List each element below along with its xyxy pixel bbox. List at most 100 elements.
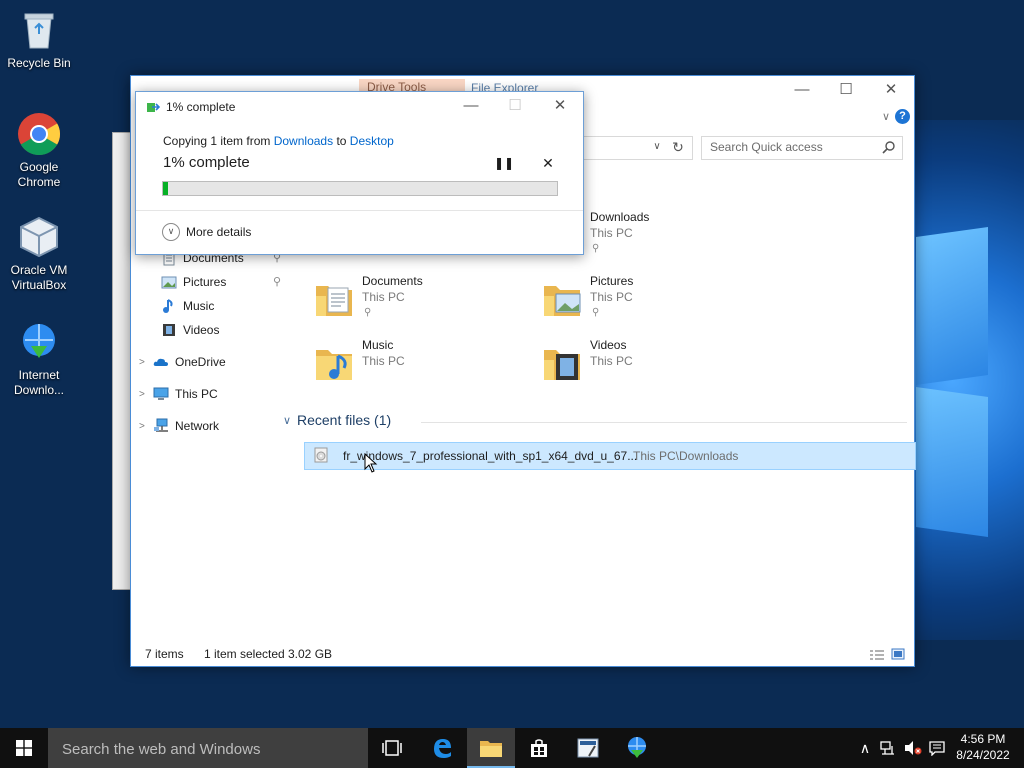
status-selected: 1 item selected (204, 647, 285, 661)
internet-download-manager-icon (17, 320, 61, 364)
desktop-icon-chrome[interactable]: Google Chrome (4, 112, 74, 190)
help-icon[interactable]: ? (895, 109, 910, 124)
taskbar-internet-download-manager[interactable] (613, 728, 661, 768)
section-divider (421, 422, 907, 423)
taskbar-search-input[interactable] (60, 738, 354, 760)
folder-music-icon (316, 350, 352, 380)
search-input[interactable] (702, 137, 880, 157)
folder-documents-icon (316, 286, 352, 316)
source-link[interactable]: Downloads (274, 134, 333, 148)
dialog-close-button[interactable]: ✕ (537, 92, 583, 120)
store-icon (531, 739, 547, 757)
wallpaper-pane (916, 386, 988, 538)
nav-item-videos[interactable]: Videos (161, 319, 291, 341)
progress-label: 1% complete (163, 154, 250, 171)
desktop-icon-label: Oracle VM VirtualBox (10, 263, 68, 292)
desktop-icon-label: Google Chrome (17, 160, 61, 189)
pause-button[interactable]: ❚❚ (494, 154, 514, 172)
expand-this-pc-icon[interactable]: > (139, 389, 145, 400)
search-icon (882, 141, 895, 154)
refresh-icon[interactable]: ↻ (668, 137, 688, 157)
recycle-bin-icon (17, 8, 61, 52)
taskbar: ∧ 4:56 PM 8/24/2022 (0, 728, 1024, 768)
minimize-button[interactable]: — (779, 76, 825, 104)
nav-item-music[interactable]: Music (161, 295, 291, 317)
network-icon (154, 418, 168, 432)
dialog-maximize-button[interactable]: ☐ (493, 92, 537, 120)
dialog-separator (136, 210, 583, 211)
folder-tile-pictures[interactable]: Pictures This PC ⚲ (542, 274, 762, 330)
dialog-minimize-button[interactable]: — (449, 92, 493, 120)
chevron-down-icon: ∨ (162, 223, 180, 241)
desktop-icon-label: Internet Downlo... (13, 368, 65, 397)
taskbar-clock[interactable]: 4:56 PM 8/24/2022 (948, 731, 1018, 763)
status-size: 3.02 GB (288, 647, 333, 661)
expand-network-icon[interactable]: > (139, 421, 145, 432)
cancel-copy-button[interactable]: ✕ (540, 154, 556, 172)
action-center-icon[interactable] (926, 728, 948, 768)
network-tray-icon[interactable] (878, 728, 898, 768)
windows-logo-icon (16, 740, 32, 756)
recent-file-path: This PC\Downloads (633, 449, 739, 463)
folder-tile-documents[interactable]: Documents This PC ⚲ (314, 274, 534, 330)
nav-item-this-pc[interactable]: This PC (153, 383, 283, 405)
taskbar-calculator-app[interactable] (564, 728, 612, 768)
pictures-icon (161, 276, 177, 289)
task-view-button[interactable] (368, 728, 416, 768)
copy-description: Copying 1 item from Downloads to Desktop (163, 134, 394, 148)
close-button[interactable]: ✕ (868, 76, 914, 104)
nav-item-network[interactable]: Network (153, 415, 283, 437)
copy-icon (147, 103, 160, 112)
address-dropdown-icon[interactable]: ∨ (649, 137, 665, 157)
recent-files-header[interactable]: Recent files (1) (297, 412, 391, 428)
recent-file-row[interactable]: fr_windows_7_professional_with_sp1_x64_d… (304, 442, 916, 470)
taskbar-edge[interactable] (418, 728, 466, 768)
taskbar-store[interactable] (515, 728, 563, 768)
dialog-title: 1% complete (166, 100, 236, 114)
maximize-button[interactable]: ☐ (823, 76, 869, 104)
folder-videos-icon (544, 350, 580, 380)
status-bar: 7 items 1 item selected 3.02 GB (131, 644, 914, 666)
taskbar-search[interactable] (48, 728, 368, 768)
progress-bar (162, 181, 558, 196)
copy-progress-dialog[interactable]: 1% complete — ☐ ✕ Copying 1 item from Do… (135, 91, 584, 255)
file-explorer-icon (480, 741, 502, 757)
destination-link[interactable]: Desktop (350, 134, 394, 148)
desktop-icon-internet-download-manager[interactable]: Internet Downlo... (4, 320, 74, 398)
virtualbox-icon (17, 215, 61, 259)
ribbon-expand-icon[interactable]: ∨ (882, 110, 890, 123)
start-button[interactable] (0, 728, 48, 768)
desktop-icon-virtualbox[interactable]: Oracle VM VirtualBox (4, 215, 74, 293)
music-icon (163, 299, 173, 313)
desktop-icon-recycle-bin[interactable]: Recycle Bin (4, 8, 74, 71)
progress-fill (163, 182, 168, 195)
status-item-count: 7 items (145, 647, 184, 661)
search-box[interactable] (701, 136, 903, 160)
calculator-app-icon (577, 738, 599, 758)
folder-tile-videos[interactable]: Videos This PC (542, 338, 762, 394)
nav-item-pictures[interactable]: Pictures ⚲ (161, 271, 291, 293)
large-icons-view-icon[interactable] (891, 648, 905, 660)
expand-onedrive-icon[interactable]: > (139, 357, 145, 368)
collapse-recent-icon[interactable]: ∨ (283, 414, 291, 427)
this-pc-icon (153, 387, 169, 400)
chrome-icon (17, 112, 61, 156)
videos-icon (163, 324, 175, 336)
volume-muted-icon[interactable] (902, 728, 924, 768)
pin-icon: ⚲ (592, 243, 600, 254)
folder-pictures-icon (544, 286, 581, 316)
pin-icon: ⚲ (592, 307, 600, 318)
details-view-icon[interactable] (869, 649, 885, 661)
taskbar-file-explorer[interactable] (467, 728, 515, 768)
desktop: Recycle Bin Google Chrome Oracle VM Virt… (0, 0, 1024, 728)
desktop-icon-label: Recycle Bin (7, 56, 71, 70)
internet-download-manager-icon (628, 737, 646, 758)
wallpaper-pane (916, 226, 988, 386)
mouse-cursor-icon (364, 453, 378, 473)
folder-tile-music[interactable]: Music This PC (314, 338, 534, 394)
nav-item-onedrive[interactable]: OneDrive (153, 351, 283, 373)
task-view-icon (382, 740, 402, 756)
show-hidden-icons-button[interactable]: ∧ (856, 728, 874, 768)
clock-time: 4:56 PM (960, 732, 1006, 746)
pin-icon: ⚲ (364, 307, 372, 318)
